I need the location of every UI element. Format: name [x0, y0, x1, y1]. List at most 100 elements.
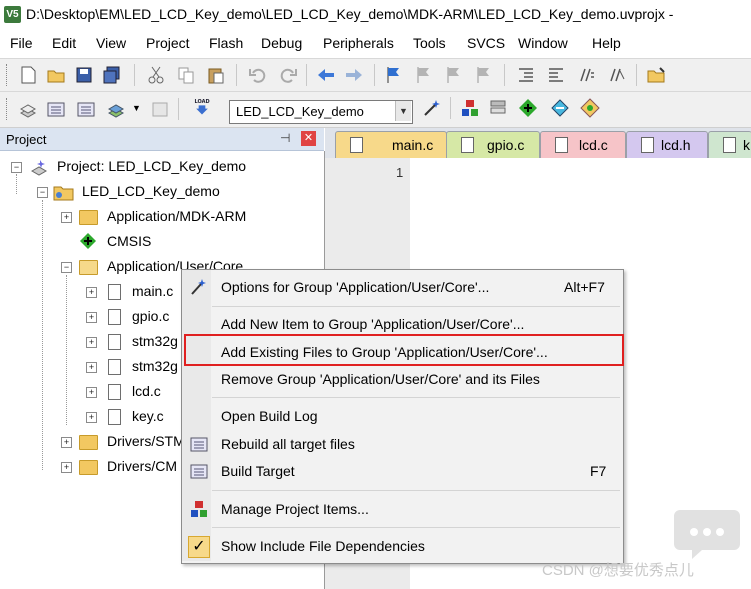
menu-item-remove-group[interactable]: Remove Group 'Application/User/Core' and… — [221, 371, 540, 387]
file-icon — [108, 309, 121, 325]
close-icon[interactable]: ✕ — [301, 131, 316, 146]
tree-file-main-c[interactable]: main.c — [132, 283, 173, 299]
paste-icon[interactable] — [206, 65, 226, 85]
toolbar-grip[interactable] — [6, 98, 10, 120]
toolbar-grip[interactable] — [6, 64, 10, 86]
comment-icon[interactable] — [576, 65, 596, 85]
manage-rte-icon[interactable] — [518, 98, 538, 118]
menu-file[interactable]: File — [10, 35, 33, 51]
next-bookmark-icon[interactable] — [444, 65, 464, 85]
highlight-box — [184, 334, 624, 366]
undo-icon[interactable] — [248, 65, 268, 85]
tree-file-stm32g-1[interactable]: stm32g — [132, 333, 178, 349]
svg-text:LOAD: LOAD — [195, 99, 210, 105]
menu-item-manage-project-items[interactable]: Manage Project Items... — [221, 501, 369, 517]
batch-build-icon[interactable] — [106, 99, 126, 119]
magic-wand-options-icon[interactable] — [422, 98, 442, 118]
tree-file-lcd-c[interactable]: lcd.c — [132, 383, 161, 399]
chat-bubble-watermark-icon — [674, 510, 740, 559]
menu-window[interactable]: Window — [518, 35, 568, 51]
menu-edit[interactable]: Edit — [52, 35, 76, 51]
rebuild-icon[interactable] — [76, 99, 96, 119]
menu-item-options-for-group[interactable]: Options for Group 'Application/User/Core… — [221, 279, 489, 295]
expand-toggle[interactable]: + — [61, 462, 72, 473]
tree-project-root[interactable]: Project: LED_LCD_Key_demo — [57, 158, 246, 174]
redo-icon[interactable] — [278, 65, 298, 85]
file-icon — [108, 359, 121, 375]
file-icon — [555, 137, 568, 153]
chevron-down-icon[interactable]: ▼ — [395, 101, 411, 121]
cut-icon[interactable] — [146, 65, 166, 85]
build-icon[interactable] — [46, 99, 66, 119]
tree-file-key-c[interactable]: key.c — [132, 408, 164, 424]
stop-build-icon[interactable] — [150, 99, 170, 119]
menu-svcs[interactable]: SVCS — [467, 35, 505, 51]
chevron-down-icon[interactable]: ▼ — [132, 103, 141, 113]
menu-item-open-build-log[interactable]: Open Build Log — [221, 408, 318, 424]
tab-main-c[interactable]: main.c — [335, 131, 447, 159]
tree-group-cmsis[interactable]: CMSIS — [107, 233, 151, 249]
tree-file-gpio-c[interactable]: gpio.c — [132, 308, 169, 324]
tree-group-drivers-cm[interactable]: Drivers/CM — [107, 458, 177, 474]
tab-label: k — [743, 137, 750, 153]
new-file-icon[interactable] — [18, 65, 38, 85]
download-icon[interactable]: LOAD — [192, 97, 212, 117]
select-packs-icon[interactable] — [488, 98, 508, 118]
tab-lcd-h[interactable]: lcd.h — [626, 131, 708, 159]
save-all-icon[interactable] — [102, 65, 122, 85]
expand-toggle[interactable]: + — [86, 387, 97, 398]
open-folder-icon[interactable] — [46, 65, 66, 85]
menu-view[interactable]: View — [96, 35, 126, 51]
manage-project-items-icon — [191, 501, 207, 517]
menu-item-show-include-deps[interactable]: Show Include File Dependencies — [221, 538, 425, 554]
expand-toggle[interactable]: + — [61, 437, 72, 448]
file-icon — [108, 409, 121, 425]
unindent-icon[interactable] — [546, 65, 566, 85]
collapse-toggle[interactable]: − — [37, 187, 48, 198]
menu-flash[interactable]: Flash — [209, 35, 243, 51]
manage-project-items-icon[interactable] — [460, 98, 480, 118]
tree-file-stm32g-2[interactable]: stm32g — [132, 358, 178, 374]
expand-toggle[interactable]: + — [61, 212, 72, 223]
expand-toggle[interactable]: + — [86, 287, 97, 298]
expand-toggle[interactable]: + — [86, 412, 97, 423]
pack-installer-icon[interactable] — [550, 98, 570, 118]
tab-gpio-c[interactable]: gpio.c — [446, 131, 540, 159]
prev-bookmark-icon[interactable] — [414, 65, 434, 85]
open-folder-icon — [79, 260, 98, 275]
collapse-toggle[interactable]: − — [61, 262, 72, 273]
indent-icon[interactable] — [516, 65, 536, 85]
copy-icon[interactable] — [176, 65, 196, 85]
tree-target[interactable]: LED_LCD_Key_demo — [82, 183, 220, 199]
menu-help[interactable]: Help — [592, 35, 621, 51]
tab-k[interactable]: k — [708, 131, 751, 159]
uncomment-icon[interactable] — [606, 65, 626, 85]
expand-toggle[interactable]: + — [86, 337, 97, 348]
file-icon — [461, 137, 474, 153]
bookmark-icon[interactable] — [384, 65, 404, 85]
pack-icon[interactable] — [580, 98, 600, 118]
menu-project[interactable]: Project — [146, 35, 190, 51]
expand-toggle[interactable]: + — [86, 312, 97, 323]
pin-icon[interactable]: ⊣ — [280, 131, 290, 145]
file-icon — [723, 137, 736, 153]
menu-debug[interactable]: Debug — [261, 35, 302, 51]
navigate-back-icon[interactable] — [316, 65, 336, 85]
menu-bar: File Edit View Project Flash Debug Perip… — [0, 30, 751, 56]
menu-item-rebuild-all[interactable]: Rebuild all target files — [221, 436, 355, 452]
tab-lcd-c[interactable]: lcd.c — [540, 131, 626, 159]
menu-tools[interactable]: Tools — [413, 35, 446, 51]
menu-peripherals[interactable]: Peripherals — [323, 35, 394, 51]
translate-icon[interactable] — [18, 99, 38, 119]
clear-bookmarks-icon[interactable] — [474, 65, 494, 85]
watermark-text: CSDN @想要优秀点儿 — [542, 562, 694, 579]
expand-toggle[interactable]: + — [86, 362, 97, 373]
navigate-forward-icon[interactable] — [344, 65, 364, 85]
collapse-toggle[interactable]: − — [11, 162, 22, 173]
tree-group-drivers-stm[interactable]: Drivers/STM — [107, 433, 185, 449]
tree-group-application-mdk-arm[interactable]: Application/MDK-ARM — [107, 208, 246, 224]
menu-item-add-new-item[interactable]: Add New Item to Group 'Application/User/… — [221, 316, 524, 332]
find-in-files-icon[interactable] — [646, 65, 666, 85]
save-icon[interactable] — [74, 65, 94, 85]
menu-item-build-target[interactable]: Build Target — [221, 463, 295, 479]
